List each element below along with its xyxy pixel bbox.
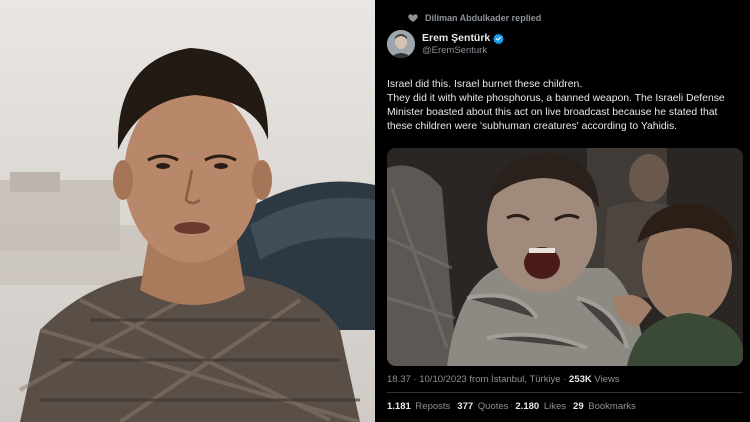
engagement-stats: 1.181 Reposts 377 Quotes 2.180 Likes 29 … — [387, 401, 636, 412]
tweet-media[interactable] — [387, 148, 743, 366]
replied-context[interactable]: Diliman Abdulkader replied — [407, 10, 541, 26]
divider — [387, 392, 743, 393]
bookmarks-label: Bookmarks — [588, 401, 636, 412]
author-handle[interactable]: @EremSenturk — [422, 45, 504, 57]
tweet-meta: 18.37 · 10/10/2023 from İstanbul, Türkiy… — [387, 374, 620, 385]
tweet-location: from İstanbul, Türkiye — [469, 374, 561, 385]
heart-reply-icon — [408, 14, 418, 22]
author-header[interactable]: Erem Şentürk @EremSenturk — [387, 30, 505, 58]
verified-badge-icon — [493, 33, 505, 44]
speaker-photo — [0, 48, 375, 422]
reposts-stat[interactable]: 1.181 Reposts — [387, 401, 450, 412]
reposts-label: Reposts — [415, 401, 451, 412]
author-name-text: Erem Şentürk — [422, 32, 491, 44]
views-count: 253K — [569, 374, 592, 385]
author-name[interactable]: Erem Şentürk — [422, 32, 505, 44]
tweet-card: Diliman Abdulkader replied Erem Şentürk … — [375, 0, 750, 422]
tweet-text-line: They did it with white phosphorus, a ban… — [387, 93, 725, 104]
tweet-body: Israel did this. Israel burnet these chi… — [387, 78, 743, 134]
views-label: Views — [594, 374, 620, 385]
likes-count: 2.180 — [515, 401, 540, 412]
quotes-stat[interactable]: 377 Quotes — [457, 401, 508, 412]
quotes-label: Quotes — [477, 401, 509, 412]
tweet-date[interactable]: 10/10/2023 — [419, 374, 467, 385]
video-still — [0, 0, 375, 422]
tweet-text-line: Minister boasted about this act on live … — [387, 107, 718, 118]
avatar-image — [387, 30, 415, 58]
tweet-photo — [387, 148, 743, 366]
bookmarks-stat[interactable]: 29 Bookmarks — [573, 401, 636, 412]
quotes-count: 377 — [457, 401, 474, 412]
tweet-text-line: Israel did this. Israel burnet these chi… — [387, 79, 583, 90]
likes-label: Likes — [543, 401, 567, 412]
reposts-count: 1.181 — [387, 401, 411, 412]
replied-by-text: Diliman Abdulkader replied — [425, 13, 542, 23]
likes-stat[interactable]: 2.180 Likes — [515, 401, 566, 412]
bookmarks-count: 29 — [573, 401, 584, 412]
avatar[interactable] — [387, 30, 415, 58]
tweet-time[interactable]: 18.37 — [387, 374, 411, 385]
tweet-text-line: these children were 'subhuman creatures'… — [387, 121, 678, 132]
